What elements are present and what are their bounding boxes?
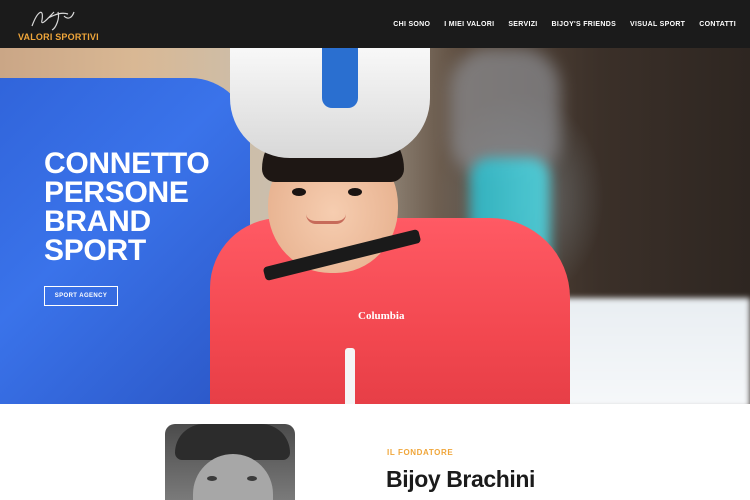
hero-title-line: BRAND xyxy=(44,205,151,238)
nav-item-servizi[interactable]: SERVIZI xyxy=(508,21,537,28)
child-left-eye xyxy=(292,188,306,196)
sport-agency-button[interactable]: SPORT AGENCY xyxy=(44,286,118,306)
site-logo[interactable]: VALORI SPORTIVI xyxy=(18,4,99,44)
nav-item-i-miei-valori[interactable]: I MIEI VALORI xyxy=(444,21,494,28)
founder-section: IL FONDATORE Bijoy Brachini xyxy=(0,404,750,500)
nav-item-visual-sport[interactable]: VISUAL SPORT xyxy=(630,21,685,28)
hero-section: Columbia CONNETTO PERSONE BRAND SPORT SP… xyxy=(0,48,750,404)
hero-title-line: SPORT xyxy=(44,234,146,267)
nav-item-bijoys-friends[interactable]: BIJOY'S FRIENDS xyxy=(552,21,617,28)
nav-item-chi-sono[interactable]: CHI SONO xyxy=(393,21,430,28)
hero-title-line: CONNETTO xyxy=(44,147,210,180)
logo-text: VALORI SPORTIVI xyxy=(18,32,99,42)
hero-title: CONNETTO PERSONE BRAND SPORT xyxy=(44,147,210,267)
founder-left-eye xyxy=(207,476,217,481)
jacket-zipper xyxy=(345,348,355,404)
helmet-stripe xyxy=(322,48,358,108)
logo-signature-icon xyxy=(31,11,75,31)
hero-title-line: PERSONE xyxy=(44,176,189,209)
child-smile xyxy=(306,214,346,224)
founder-face xyxy=(193,454,273,500)
founder-right-eye xyxy=(247,476,257,481)
jacket-brand-logo: Columbia xyxy=(358,310,405,322)
site-header: VALORI SPORTIVI CHI SONO I MIEI VALORI S… xyxy=(0,0,750,48)
nav-item-contatti[interactable]: CONTATTI xyxy=(699,21,736,28)
founder-kicker: IL FONDATORE xyxy=(387,448,454,457)
child-right-eye xyxy=(348,188,362,196)
main-nav: CHI SONO I MIEI VALORI SERVIZI BIJOY'S F… xyxy=(393,21,736,28)
founder-photo xyxy=(165,424,295,500)
founder-name: Bijoy Brachini xyxy=(386,466,536,492)
